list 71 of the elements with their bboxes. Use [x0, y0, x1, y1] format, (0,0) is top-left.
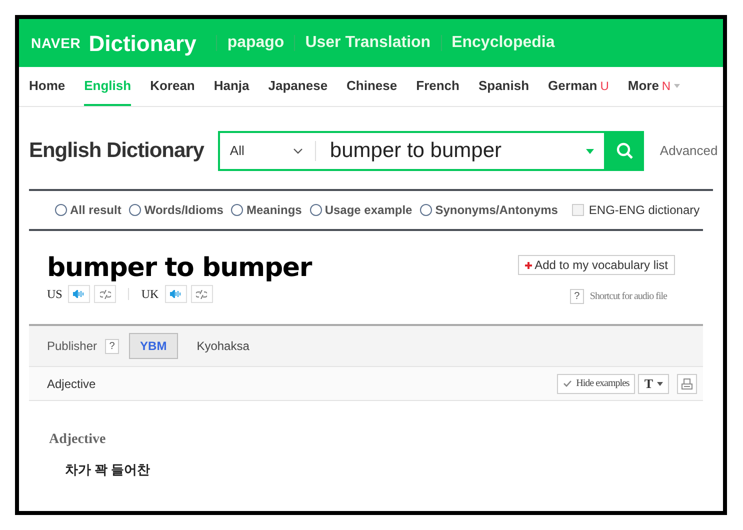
- scope-dropdown[interactable]: All: [220, 141, 316, 161]
- caret-icon: [657, 382, 663, 386]
- help-button[interactable]: ?: [570, 289, 584, 304]
- publisher-tab[interactable]: Kyohaksa: [186, 333, 260, 359]
- part-of-speech-heading: Adjective: [49, 431, 107, 449]
- repeat-icon: [196, 290, 208, 298]
- radio-button[interactable]: [420, 204, 432, 216]
- nav-label: German: [548, 76, 598, 95]
- radio-button[interactable]: [310, 204, 322, 216]
- shortcut-link[interactable]: Shortcut for audio file: [590, 289, 667, 304]
- nav-tab[interactable]: Japanese: [268, 67, 328, 106]
- search-field[interactable]: All bumper to bumper: [218, 131, 606, 171]
- font-size-button[interactable]: T: [638, 374, 669, 394]
- option-label: Usage example: [324, 202, 412, 219]
- nav-label: French: [416, 76, 460, 95]
- publisher-tab[interactable]: YBM: [129, 333, 178, 359]
- nav-label: More: [628, 76, 659, 95]
- option-label: Synonyms/Antonyms: [435, 202, 558, 219]
- search-button[interactable]: [606, 131, 644, 171]
- nav-label: Home: [29, 76, 66, 95]
- option-label: All result: [70, 202, 122, 219]
- publisher-label: Publisher: [47, 338, 98, 355]
- help-button[interactable]: ?: [105, 338, 120, 354]
- option-label: Meanings: [246, 202, 302, 219]
- nav-tab[interactable]: French: [416, 67, 460, 106]
- nav-tab[interactable]: Korean: [150, 67, 195, 106]
- repeat-button[interactable]: [190, 285, 213, 303]
- nav-tab[interactable]: Spanish: [478, 67, 530, 106]
- scope-label: All: [230, 142, 244, 160]
- nav-label: Hanja: [214, 76, 250, 95]
- search-icon: [616, 142, 634, 160]
- radio-button[interactable]: [55, 204, 67, 216]
- nav-label: Chinese: [346, 76, 398, 95]
- advanced-search-link[interactable]: Advanced: [660, 141, 718, 161]
- headword: bumper to bumper: [47, 253, 312, 283]
- accent-label: UK: [141, 286, 159, 303]
- nav-label: Japanese: [268, 76, 328, 95]
- update-label: U: [600, 78, 609, 94]
- radio-button[interactable]: [129, 204, 142, 216]
- speaker-icon: [170, 290, 182, 298]
- nav-label: English: [84, 76, 132, 95]
- play-audio-button[interactable]: [68, 285, 90, 303]
- check-icon: [563, 380, 572, 387]
- plus-icon: [524, 262, 532, 268]
- nav-tab[interactable]: Hanja: [214, 67, 250, 106]
- checkbox[interactable]: [572, 204, 584, 216]
- update-label: N: [662, 78, 671, 94]
- speaker-icon: [73, 290, 86, 298]
- nav-label: Spanish: [478, 76, 530, 95]
- print-button[interactable]: [677, 374, 697, 394]
- option-label: ENG-ENG dictionary: [588, 202, 700, 219]
- hide-examples-button[interactable]: Hide examples: [557, 374, 636, 394]
- add-vocabulary-button[interactable]: Add to my vocabulary list: [518, 255, 675, 275]
- repeat-button[interactable]: [94, 285, 116, 303]
- nav-tab[interactable]: Home: [29, 67, 66, 106]
- search-input[interactable]: bumper to bumper: [316, 135, 586, 167]
- play-audio-button[interactable]: [164, 285, 187, 303]
- nav-label: Korean: [150, 76, 195, 95]
- nav-tab[interactable]: Chinese: [346, 67, 398, 106]
- option-label: Words/Idioms: [144, 202, 224, 219]
- accent-label: US: [47, 286, 62, 303]
- radio-button[interactable]: [231, 204, 244, 216]
- caret-icon[interactable]: [586, 148, 594, 154]
- nav-tab[interactable]: German U: [548, 67, 609, 106]
- printer-icon: [681, 378, 693, 390]
- chevron-down-icon: [292, 148, 303, 154]
- part-of-speech-tab[interactable]: Adjective: [47, 374, 558, 392]
- nav-tab[interactable]: More N: [628, 67, 680, 106]
- page-heading: English Dictionary: [29, 138, 204, 164]
- meaning-text: 차가 꽉 들어찬: [65, 461, 152, 479]
- repeat-icon: [100, 290, 111, 298]
